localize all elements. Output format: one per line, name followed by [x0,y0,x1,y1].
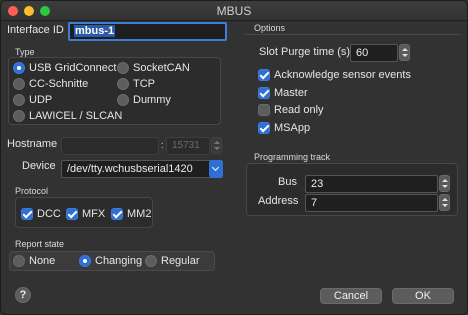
radio-icon [117,62,129,74]
msapp-checkbox[interactable]: MSApp [258,122,310,134]
protocol-dcc-checkbox[interactable]: DCC [21,208,61,220]
interface-id-field[interactable]: mbus-1 [68,22,227,41]
report-state-none[interactable]: None [13,255,55,267]
ack-sensor-events-checkbox[interactable]: Acknowledge sensor events [258,69,411,81]
type-option-cc-schnitte[interactable]: CC-Schnitte [13,78,88,90]
address-stepper[interactable] [439,194,450,211]
type-option-socketcan[interactable]: SocketCAN [117,62,190,74]
slot-purge-stepper[interactable] [399,44,410,61]
checkbox-icon [258,104,270,116]
ok-button[interactable]: OK [392,288,454,304]
mbus-dialog: MBUS Interface ID mbus-1 Type USB GridCo… [0,0,468,315]
hostname-label: Hostname [7,138,58,150]
checkbox-icon [111,208,123,220]
port-stepper[interactable] [211,137,222,154]
address-label: Address [258,195,299,207]
device-label: Device [22,160,56,172]
type-option-udp[interactable]: UDP [13,94,52,106]
radio-icon [13,255,25,267]
protocol-mm2-checkbox[interactable]: MM2 [111,208,151,220]
type-group-title: Type [15,47,35,57]
radio-icon [13,62,25,74]
checkbox-icon [66,208,78,220]
type-option-usb-gridconnect[interactable]: USB GridConnect [13,62,116,74]
read-only-checkbox[interactable]: Read only [258,104,324,116]
report-state-title: Report state [15,239,65,249]
cancel-button[interactable]: Cancel [320,288,382,304]
radio-icon [13,110,25,122]
chevron-down-icon[interactable] [209,160,223,178]
radio-icon [13,78,25,90]
programming-track-title: Programming track [254,152,331,162]
radio-icon [145,255,157,267]
hostname-field[interactable] [61,137,159,155]
device-value: /dev/tty.wchusbserial1420 [67,163,193,175]
slot-purge-field[interactable]: 60 [350,44,398,62]
protocol-group-title: Protocol [15,186,49,196]
checkbox-icon [258,69,270,81]
slot-purge-label: Slot Purge time (s) [259,46,351,58]
protocol-mfx-checkbox[interactable]: MFX [66,208,105,220]
address-field[interactable]: 7 [305,194,438,212]
type-option-lawicel-slcan[interactable]: LAWICEL / SLCAN [13,110,122,122]
device-combo[interactable]: /dev/tty.wchusbserial1420 [61,160,223,178]
checkbox-icon [21,208,33,220]
radio-icon [13,94,25,106]
bus-label: Bus [278,176,297,188]
window-title: MBUS [216,4,252,18]
port-field[interactable]: 15731 [166,137,210,155]
interface-id-label: Interface ID [7,24,64,36]
radio-icon [117,94,129,106]
type-option-dummy[interactable]: Dummy [117,94,171,106]
radio-icon [117,78,129,90]
radio-icon [79,255,91,267]
report-state-changing[interactable]: Changing [79,255,142,267]
options-title: Options [254,23,286,33]
bus-stepper[interactable] [439,175,450,192]
title-bar: MBUS [1,1,467,21]
report-state-regular[interactable]: Regular [145,255,200,267]
checkbox-icon [258,87,270,99]
checkbox-icon [258,122,270,134]
help-button[interactable]: ? [15,287,31,303]
type-option-tcp[interactable]: TCP [117,78,155,90]
bus-field[interactable]: 23 [305,175,438,193]
master-checkbox[interactable]: Master [258,87,308,99]
options-separator [245,34,461,35]
port-separator: : [161,140,164,150]
